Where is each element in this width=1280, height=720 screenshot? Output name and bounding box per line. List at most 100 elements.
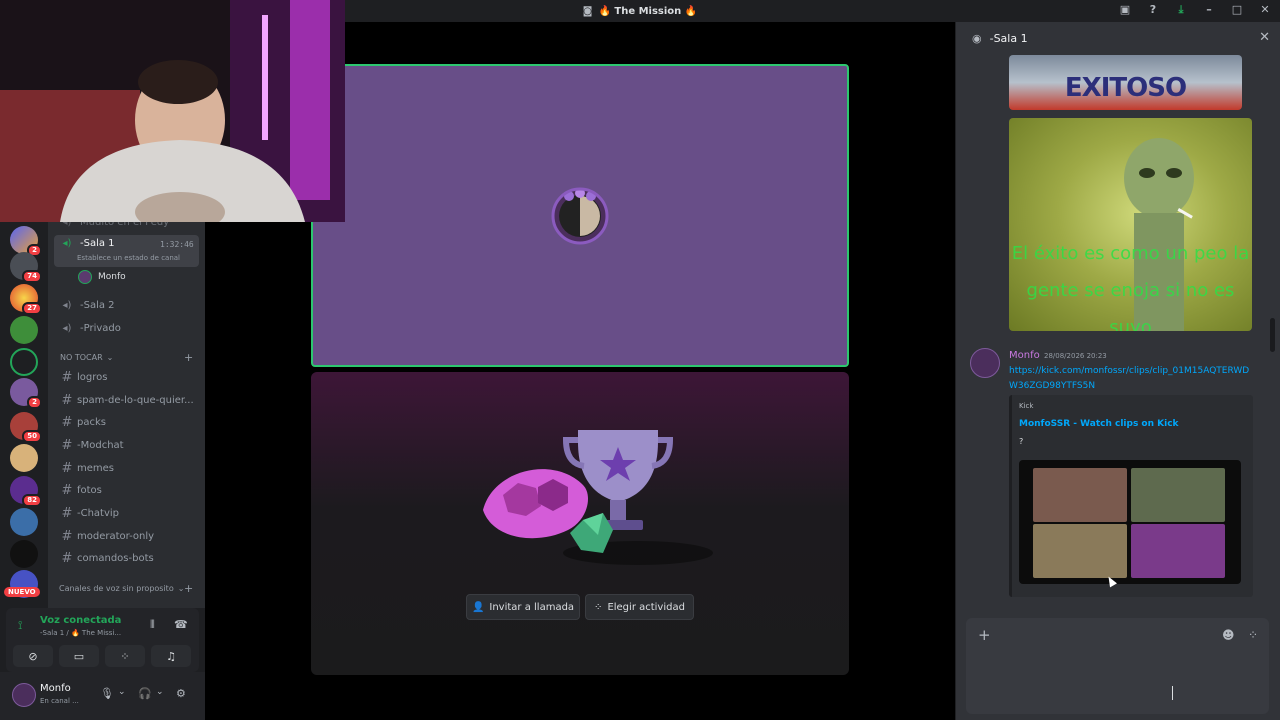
chevron-down-icon: ⌄ <box>106 353 114 362</box>
embed-description: ? <box>1019 437 1024 446</box>
camera-off-button[interactable]: ⊘ <box>13 645 53 667</box>
hash-icon: # <box>61 369 73 385</box>
choose-activity-button[interactable]: ⁘ Elegir actividad <box>585 594 694 620</box>
camera-off-icon: ⊘ <box>28 649 38 663</box>
maximize-button[interactable]: □ <box>1230 3 1244 17</box>
user-status: En canal ... <box>40 697 79 705</box>
webcam-overlay <box>0 0 345 222</box>
soundboard-button[interactable]: ♫ <box>151 645 191 667</box>
message-author[interactable]: Monfo <box>1009 350 1040 361</box>
voice-member-name: Monfo <box>98 272 126 282</box>
thread-icon: ◉ <box>972 31 982 45</box>
chat-image[interactable]: El éxito es como un peo la gente se enoj… <box>1009 118 1252 331</box>
server-icon[interactable] <box>10 348 38 376</box>
text-caret <box>1172 686 1173 700</box>
server-icon[interactable]: 82 <box>10 476 42 507</box>
microphone-icon[interactable]: 🎙 <box>100 687 114 700</box>
voice-member[interactable]: Monfo <box>78 270 126 284</box>
server-rail: 2 74 27 2 50 82 <box>0 222 48 602</box>
inbox-icon[interactable]: ▣ <box>1118 3 1132 17</box>
chevron-down-icon[interactable]: ⌄ <box>118 687 126 697</box>
embed-title[interactable]: MonfoSSR - Watch clips on Kick <box>1019 419 1179 429</box>
text-channel[interactable]: # -Modchat <box>54 435 199 455</box>
server-icon[interactable] <box>10 540 38 568</box>
embed-thumbnail[interactable] <box>1019 460 1241 584</box>
meme-caption: El éxito es como un peo la gente se enoj… <box>1011 243 1250 331</box>
chat-channel-title: -Sala 1 <box>989 31 1028 45</box>
chat-header: ◉ -Sala 1 <box>956 22 1280 54</box>
invite-to-call-button[interactable]: 👤 Invitar a llamada <box>466 594 580 620</box>
category-voice-channels[interactable]: Canales de voz sin proposito ⌄ <box>59 584 184 593</box>
discord-logo-icon: ◙ <box>582 5 593 17</box>
window-title: 🔥 The Mission 🔥 <box>598 5 698 17</box>
text-channel[interactable]: # logros <box>54 367 199 387</box>
avatar[interactable] <box>12 683 36 707</box>
avatar <box>78 270 92 284</box>
add-person-icon: 👤 <box>471 601 485 613</box>
voice-channel-sala2[interactable]: ◂) -Sala 2 <box>54 295 199 315</box>
server-badge: 74 <box>22 270 42 283</box>
server-icon[interactable]: 27 <box>10 284 42 315</box>
server-icon[interactable]: 50 <box>10 412 42 443</box>
username[interactable]: Monfo <box>40 683 71 694</box>
download-icon[interactable]: ⤓ <box>1174 3 1188 17</box>
chevron-down-icon[interactable]: ⌄ <box>156 687 164 697</box>
thumb-cell <box>1131 468 1225 522</box>
chat-scrollbar[interactable] <box>1270 318 1275 352</box>
participant-avatar <box>551 187 609 245</box>
text-channel[interactable]: # fotos <box>54 480 199 500</box>
text-channel[interactable]: # memes <box>54 458 199 478</box>
thumb-cell <box>1033 524 1127 578</box>
server-icon[interactable] <box>10 316 38 344</box>
apps-icon[interactable]: ⁘ <box>1248 628 1258 642</box>
hash-icon: # <box>61 550 73 566</box>
chat-image[interactable]: EXITOSO <box>1009 55 1242 110</box>
help-icon[interactable]: ? <box>1146 3 1160 17</box>
attach-plus-icon[interactable]: + <box>978 626 991 644</box>
soundboard-icon: ♫ <box>166 649 176 663</box>
activities-button[interactable]: ⁘ <box>105 645 145 667</box>
emoji-icon[interactable]: ☻ <box>1222 628 1235 642</box>
minimize-button[interactable]: – <box>1202 3 1216 17</box>
signal-icon: ⟟ <box>18 618 23 632</box>
hash-icon: # <box>61 528 73 544</box>
trophy-illustration <box>483 430 713 565</box>
gear-icon[interactable]: ⚙ <box>176 687 186 700</box>
voice-status[interactable]: Voz conectada <box>40 615 121 626</box>
category-no-tocar[interactable]: NO TOCAR ⌄ <box>60 353 113 362</box>
disconnect-icon[interactable]: ☎ <box>174 618 188 631</box>
server-icon[interactable] <box>10 508 38 536</box>
channel-status-hint[interactable]: Establece un estado de canal <box>77 254 180 262</box>
headphones-icon[interactable]: 🎧 <box>138 687 152 700</box>
server-icon[interactable]: 2 <box>10 378 42 409</box>
server-icon[interactable] <box>10 444 38 472</box>
avatar[interactable] <box>970 348 1000 378</box>
server-icon[interactable]: 74 <box>10 252 42 283</box>
thumb-cell <box>1131 524 1225 578</box>
hash-icon: # <box>61 505 73 521</box>
hash-icon: # <box>61 437 73 453</box>
new-badge: NUEVO <box>4 587 40 597</box>
speaker-icon: ◂) <box>62 322 72 334</box>
text-channel[interactable]: # spam-de-lo-que-quier... <box>54 390 199 410</box>
voice-channel-privado[interactable]: ◂) -Privado <box>54 318 199 338</box>
text-channel[interactable]: # -Chatvip <box>54 503 199 523</box>
text-channel[interactable]: # moderator-only <box>54 526 199 546</box>
screen-share-button[interactable]: ▭ <box>59 645 99 667</box>
text-channel[interactable]: # comandos-bots <box>54 548 199 568</box>
text-channel[interactable]: # packs <box>54 412 199 432</box>
voice-channel-label: -Sala 1 <box>80 238 115 249</box>
screen-share-icon: ▭ <box>73 649 85 663</box>
hash-icon: # <box>61 460 73 476</box>
speaker-icon: ◂) <box>62 238 72 249</box>
close-icon[interactable]: ✕ <box>1259 30 1270 45</box>
speaker-icon: ◂) <box>62 299 72 311</box>
hash-icon: # <box>61 414 73 430</box>
apps-icon: ⁘ <box>594 601 603 613</box>
server-badge: 50 <box>22 430 42 443</box>
voice-location[interactable]: -Sala 1 / 🔥 The Missi... <box>40 629 121 637</box>
server-icon[interactable]: 2 <box>10 226 42 257</box>
close-window-button[interactable]: ✕ <box>1258 3 1272 17</box>
message-link[interactable]: https://kick.com/monfossr/clips/clip_01M… <box>1009 364 1254 394</box>
noise-suppression-icon[interactable]: ⦀ <box>150 618 155 632</box>
